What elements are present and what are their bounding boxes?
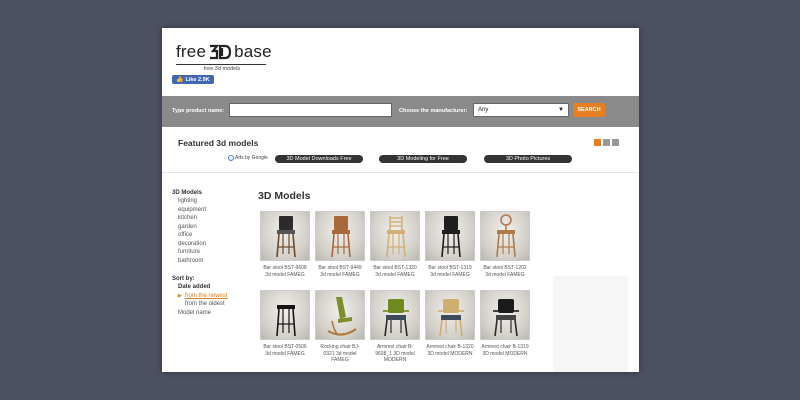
sort-newest-link[interactable]: ▶ from the newest — [172, 292, 252, 301]
model-thumbnail-art — [496, 214, 516, 258]
sidebar-heading[interactable]: 3D Models — [172, 190, 252, 196]
search-button[interactable]: SEARCH — [573, 103, 605, 117]
logo-3d-mark-icon — [209, 44, 232, 60]
model-thumbnail[interactable] — [260, 211, 310, 261]
ad-placeholder[interactable] — [553, 276, 628, 372]
model-thumbnail[interactable] — [480, 211, 530, 261]
model-title[interactable]: Armrest chair B-9608_1 3D model MODERN — [370, 344, 420, 364]
sort-heading: Sort by: — [172, 276, 195, 282]
ads-by-google-label: Ads by Google — [235, 155, 268, 161]
page: free base free 3d models 👍 Like 2.9K Typ… — [162, 28, 639, 372]
sidebar-item-office[interactable]: office — [172, 231, 252, 240]
featured-title: Featured 3d models — [178, 138, 259, 148]
model-thumbnail-art — [276, 216, 296, 258]
model-card[interactable]: Armrest chair B-1319 3D model MODERN — [480, 290, 530, 357]
sidebar-item-garden[interactable]: garden — [172, 223, 252, 232]
model-thumbnail[interactable] — [315, 211, 365, 261]
manufacturer-select[interactable]: Any ▼ — [473, 103, 569, 117]
model-title[interactable]: Bar stool BST-9608 3d model FAMEG — [260, 265, 310, 278]
pager-dot-3[interactable] — [612, 139, 619, 146]
model-title[interactable]: Armrest chair B-1320 3D model MODERN — [425, 344, 475, 357]
ad-link-1[interactable]: 3D Model Downloads Free — [275, 155, 363, 163]
thumbs-up-icon: 👍 — [176, 77, 184, 83]
logo-tagline: free 3d models — [203, 66, 241, 72]
model-thumbnail-art — [438, 299, 464, 337]
model-thumbnail[interactable] — [480, 290, 530, 340]
model-thumbnail-art — [441, 216, 461, 258]
model-thumbnail-art — [493, 299, 519, 337]
play-arrow-icon: ▶ — [178, 292, 182, 299]
model-card[interactable]: Bar stool BST-1320 3d model FAMEG — [370, 211, 420, 278]
logo-text-base: base — [234, 42, 272, 61]
sidebar: 3D Models lighting equipment kitchen gar… — [172, 190, 252, 317]
search-bar: Type product name: Choose the manufactur… — [162, 96, 639, 127]
model-card[interactable]: Bar stool BST-9449 3d model FAMEG — [315, 211, 365, 278]
main-title: 3D Models — [258, 190, 311, 202]
model-thumbnail[interactable] — [425, 211, 475, 261]
model-thumbnail-art — [331, 216, 351, 258]
site-logo[interactable]: free base free 3d models — [176, 42, 272, 72]
manufacturer-selected-value: Any — [478, 107, 489, 113]
pager-dot-1[interactable] — [594, 139, 601, 146]
model-thumbnail-art — [386, 216, 406, 258]
sidebar-item-bathroom[interactable]: bathroom — [172, 257, 252, 266]
sort-date-added[interactable]: Date added — [172, 283, 252, 292]
model-card[interactable]: Armrest chair B-1320 3D model MODERN — [425, 290, 475, 357]
sort-newest-label: from the newest — [184, 292, 228, 299]
sidebar-item-equipment[interactable]: equipment — [172, 206, 252, 215]
model-title[interactable]: Bar stool BST-1320 3d model FAMEG — [370, 265, 420, 278]
sort-oldest-link[interactable]: from the oldest — [172, 300, 252, 309]
header: free base free 3d models 👍 Like 2.9K — [162, 28, 639, 96]
chevron-down-icon: ▼ — [558, 107, 564, 113]
logo-text-free: free — [176, 42, 207, 61]
pager-dot-2[interactable] — [603, 139, 610, 146]
sidebar-item-kitchen[interactable]: kitchen — [172, 214, 252, 223]
facebook-like-label: Like 2.9K — [185, 76, 210, 83]
product-name-input[interactable] — [229, 103, 392, 117]
model-title[interactable]: Bar stool BST-1202 3d model FAMEG — [480, 265, 530, 278]
model-card[interactable]: Bar stool BST-1202 3d model FAMEG — [480, 211, 530, 278]
model-thumbnail-art — [276, 305, 296, 337]
facebook-like-button[interactable]: 👍 Like 2.9K — [172, 75, 214, 84]
model-card[interactable]: Bar stool BST-9608 3d model FAMEG — [260, 211, 310, 278]
model-thumbnail[interactable] — [425, 290, 475, 340]
model-thumbnail[interactable] — [370, 290, 420, 340]
product-name-label: Type product name: — [172, 108, 225, 114]
main-content: 3D Models Bar stool BST-9608 3d model FA… — [258, 190, 548, 363]
info-icon: i — [228, 155, 234, 161]
manufacturer-label: Choose the manufacturer: — [399, 108, 468, 114]
featured-section: Featured 3d models i Ads by Google 3D Mo… — [162, 127, 639, 173]
model-card[interactable]: Bar stool BST-1319 3d model FAMEG — [425, 211, 475, 278]
featured-pager — [594, 139, 619, 146]
sidebar-item-lighting[interactable]: lighting — [172, 197, 252, 206]
model-thumbnail[interactable] — [260, 290, 310, 340]
model-thumbnail-art — [327, 297, 357, 336]
sort-model-name[interactable]: Model name — [172, 309, 252, 318]
model-title[interactable]: Armrest chair B-1319 3D model MODERN — [480, 344, 530, 357]
model-card[interactable]: Rocking chair BJ-0321 3d model FAMEG — [315, 290, 365, 364]
ad-link-2[interactable]: 3D Modeling for Free — [379, 155, 467, 163]
model-thumbnail[interactable] — [315, 290, 365, 340]
ads-by-google[interactable]: i Ads by Google — [228, 155, 268, 161]
sidebar-item-decoration[interactable]: decoration — [172, 240, 252, 249]
sidebar-item-furniture[interactable]: furniture — [172, 248, 252, 257]
logo-divider — [176, 64, 266, 65]
model-title[interactable]: Bar stool BST-1319 3d model FAMEG — [425, 265, 475, 278]
model-thumbnail-art — [383, 299, 409, 337]
model-title[interactable]: Bar stool BST-0506 3d model FAMEG — [260, 344, 310, 357]
model-title[interactable]: Bar stool BST-9449 3d model FAMEG — [315, 265, 365, 278]
model-thumbnail[interactable] — [370, 211, 420, 261]
ad-link-3[interactable]: 3D Photo Pictures — [484, 155, 572, 163]
model-card[interactable]: Bar stool BST-0506 3d model FAMEG — [260, 290, 310, 357]
model-title[interactable]: Rocking chair BJ-0321 3d model FAMEG — [315, 344, 365, 364]
model-card[interactable]: Armrest chair B-9608_1 3D model MODERN — [370, 290, 420, 364]
